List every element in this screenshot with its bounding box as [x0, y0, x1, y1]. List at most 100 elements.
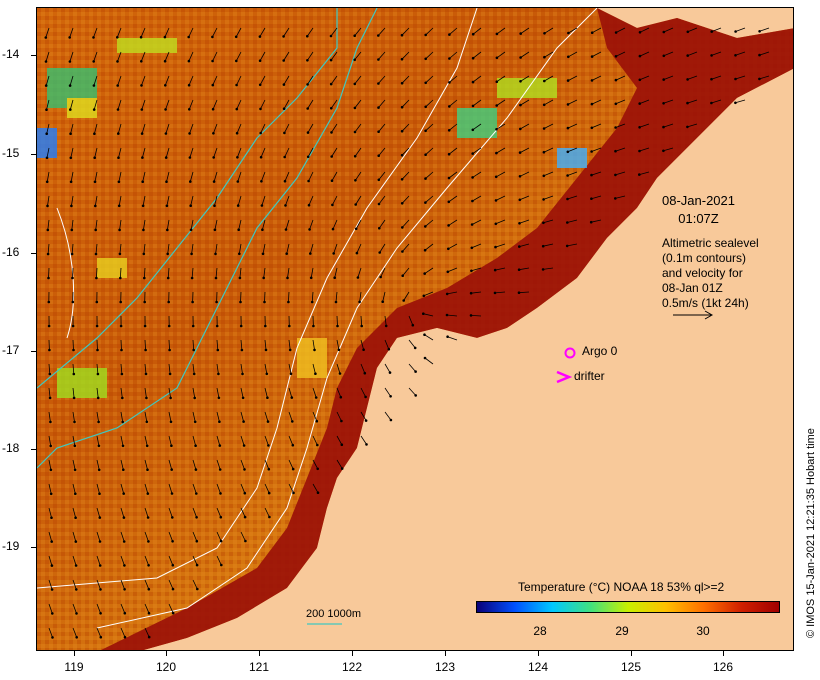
velocity-arrow-head — [517, 291, 521, 295]
velocity-arrow-head — [95, 300, 99, 304]
velocity-arrow-head — [44, 84, 48, 87]
velocity-arrow-head — [541, 244, 545, 248]
velocity-arrow-head — [469, 291, 473, 295]
legend-line: (0.1m contours) — [662, 251, 747, 265]
velocity-arrow-head — [75, 588, 78, 591]
velocity-arrow-head — [147, 611, 151, 615]
velocity-arrow-head — [309, 252, 312, 255]
velocity-arrow-head — [494, 199, 498, 202]
velocity-arrow-head — [142, 252, 146, 256]
velocity-arrow-head — [494, 175, 498, 179]
velocity-arrow-head — [266, 420, 270, 423]
date-time-block: 08-Jan-2021 01:07Z — [662, 192, 735, 228]
velocity-arrow-head — [140, 132, 144, 135]
sst-map — [37, 8, 793, 650]
velocity-arrow-head — [306, 107, 310, 110]
velocity-arrow-head — [123, 635, 127, 639]
velocity-arrow-head — [239, 324, 243, 328]
velocity-arrow-head — [237, 228, 240, 231]
velocity-arrow-head — [145, 396, 148, 400]
velocity-arrow-head — [167, 324, 171, 328]
velocity-arrow-head — [362, 348, 365, 352]
velocity-arrow-head — [378, 226, 381, 230]
velocity-arrow-head — [360, 324, 364, 328]
velocity-arrow-head — [117, 204, 121, 208]
velocity-arrow-head — [447, 200, 451, 204]
velocity-arrow-head — [267, 444, 270, 447]
velocity-arrow-head — [48, 372, 52, 376]
velocity-arrow-head — [447, 129, 451, 132]
velocity-arrow-head — [400, 178, 404, 181]
velocity-arrow-head — [74, 540, 78, 543]
velocity-arrow-head — [119, 276, 122, 280]
velocity-arrow-head — [212, 132, 215, 135]
velocity-arrow-head — [92, 36, 95, 39]
velocity-arrow-head — [329, 58, 333, 62]
velocity-arrow-head — [291, 443, 295, 447]
velocity-arrow-head — [353, 58, 357, 62]
velocity-arrow-head — [219, 539, 223, 543]
velocity-arrow-head — [518, 222, 521, 225]
velocity-arrow-head — [445, 313, 449, 317]
velocity-arrow-head — [471, 199, 474, 203]
velocity-arrow-head — [50, 516, 53, 519]
velocity-arrow — [240, 291, 242, 303]
velocity-arrow-head — [72, 372, 76, 376]
velocity-arrow-head — [117, 180, 121, 184]
velocity-arrow-head — [423, 272, 427, 275]
velocity-arrow-head — [471, 56, 475, 60]
velocity-arrow-head — [95, 324, 99, 328]
velocity-arrow-head — [44, 60, 48, 63]
velocity-arrow-head — [282, 59, 285, 62]
velocity-arrow-head — [471, 176, 474, 179]
velocity-arrow-head — [165, 180, 168, 183]
velocity-arrow-head — [566, 221, 569, 224]
velocity-arrow-head — [400, 33, 404, 37]
velocity-scale-label: 0.5m/s (1kt 24h) — [662, 296, 749, 310]
y-tick — [31, 55, 36, 56]
velocity-arrow-head — [264, 348, 268, 352]
velocity-arrow-head — [662, 149, 665, 153]
y-tick — [31, 154, 36, 155]
velocity-arrow-head — [448, 81, 451, 84]
velocity-arrow-head — [519, 127, 522, 131]
velocity-arrow-head — [424, 57, 428, 61]
velocity-arrow-head — [423, 248, 427, 252]
velocity-arrow-head — [96, 372, 100, 376]
velocity-arrow — [48, 267, 50, 279]
velocity-arrow — [120, 339, 122, 351]
velocity-arrow-head — [239, 300, 242, 304]
velocity-arrow-head — [92, 108, 96, 111]
velocity-arrow-head — [188, 108, 191, 111]
velocity-arrow-head — [448, 57, 451, 60]
velocity-arrow-head — [214, 276, 218, 280]
velocity-arrow-head — [543, 79, 546, 83]
velocity-arrow-head — [519, 80, 522, 83]
velocity-arrow-head — [336, 324, 339, 328]
velocity-arrow-head — [330, 179, 334, 182]
map-frame — [36, 7, 794, 651]
velocity-arrow-head — [638, 173, 641, 176]
velocity-arrow-head — [140, 84, 143, 87]
velocity-arrow-head — [495, 128, 498, 131]
velocity-arrow-head — [98, 492, 101, 496]
velocity-arrow-head — [289, 372, 293, 376]
velocity-arrow-head — [192, 372, 196, 376]
velocity-arrow-head — [422, 312, 425, 316]
x-tick-label: 123 — [434, 660, 456, 674]
velocity-arrow-head — [307, 203, 311, 207]
velocity-arrow-head — [567, 31, 570, 35]
velocity-arrow-head — [238, 276, 242, 280]
velocity-arrow-head — [543, 32, 546, 35]
velocity-arrow-head — [122, 540, 126, 543]
velocity-arrow-head — [193, 396, 196, 400]
velocity-arrow-head — [566, 150, 570, 154]
velocity-arrow — [711, 27, 722, 32]
colorbar-tick-label: 29 — [615, 624, 629, 638]
velocity-arrow-head — [171, 563, 175, 567]
velocity-arrow-head — [240, 348, 244, 352]
velocity-arrow-head — [141, 204, 145, 208]
velocity-arrow-head — [734, 77, 737, 81]
velocity-arrow-head — [710, 54, 713, 57]
velocity-arrow-head — [541, 268, 545, 271]
